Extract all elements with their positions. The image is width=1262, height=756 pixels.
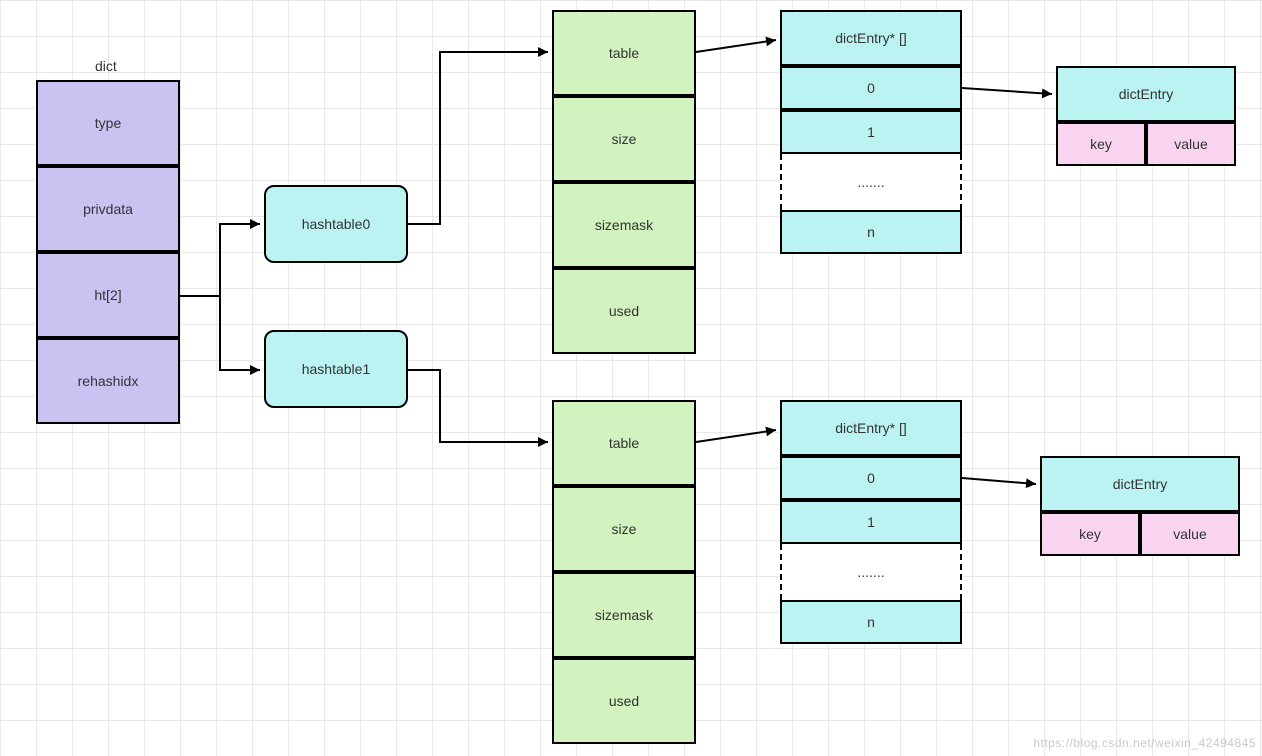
dict-field-ht2: ht[2] xyxy=(36,252,180,338)
entryarr1-index1: 1 xyxy=(780,500,962,544)
ht0-field-used: used xyxy=(552,268,696,354)
hashtable1: hashtable1 xyxy=(264,330,408,408)
ht1-field-sizemask: sizemask xyxy=(552,572,696,658)
dict-field-type: type xyxy=(36,80,180,166)
entryarr0-header: dictEntry* [] xyxy=(780,10,962,66)
entryarr1-index0: 0 xyxy=(780,456,962,500)
entry0-value: value xyxy=(1146,122,1236,166)
watermark: https://blog.csdn.net/weixin_42494845 xyxy=(1033,736,1256,750)
entry0-title: dictEntry xyxy=(1056,66,1236,122)
entryarr0-index0: 0 xyxy=(780,66,962,110)
ht0-field-table: table xyxy=(552,10,696,96)
entryarr1-ellipsis: ....... xyxy=(780,544,962,600)
ht1-field-table: table xyxy=(552,400,696,486)
ht1-field-size: size xyxy=(552,486,696,572)
entry1-key: key xyxy=(1040,512,1140,556)
entryarr0-ellipsis: ....... xyxy=(780,154,962,210)
entry1-title: dictEntry xyxy=(1040,456,1240,512)
entryarr0-indexn: n xyxy=(780,210,962,254)
entryarr1-header: dictEntry* [] xyxy=(780,400,962,456)
dict-field-rehashidx: rehashidx xyxy=(36,338,180,424)
entryarr0-index1: 1 xyxy=(780,110,962,154)
ht0-field-sizemask: sizemask xyxy=(552,182,696,268)
entry0-key: key xyxy=(1056,122,1146,166)
hashtable0: hashtable0 xyxy=(264,185,408,263)
ht1-field-used: used xyxy=(552,658,696,744)
entryarr1-indexn: n xyxy=(780,600,962,644)
dict-title: dict xyxy=(95,58,117,74)
entry1-value: value xyxy=(1140,512,1240,556)
ht0-field-size: size xyxy=(552,96,696,182)
dict-field-privdata: privdata xyxy=(36,166,180,252)
